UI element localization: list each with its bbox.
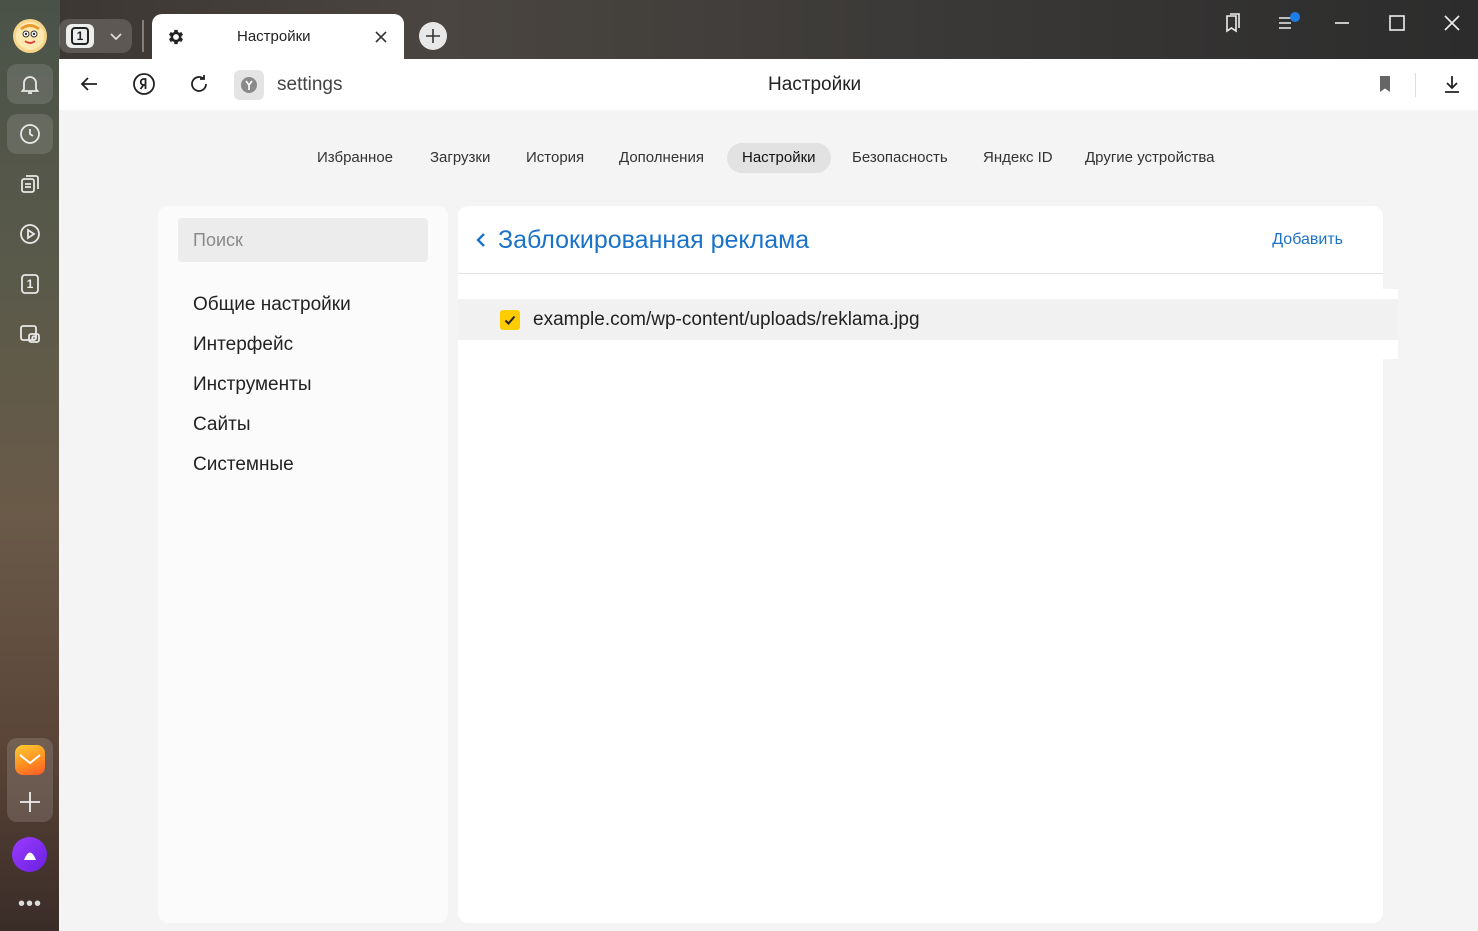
menu-item-sites[interactable]: Сайты: [193, 414, 250, 436]
nav-favorites[interactable]: Избранное: [302, 143, 408, 173]
menu-item-interface[interactable]: Интерфейс: [193, 334, 293, 356]
back-arrow-icon[interactable]: [77, 72, 101, 96]
tabs-count-icon[interactable]: 1: [7, 264, 53, 304]
download-icon[interactable]: [1440, 72, 1464, 96]
nav-yandex-id[interactable]: Яндекс ID: [968, 143, 1068, 173]
maximize-icon[interactable]: [1386, 12, 1408, 34]
plus-icon: [426, 29, 440, 43]
profile-avatar[interactable]: [13, 19, 47, 53]
tab-count-value: 1: [71, 27, 89, 45]
search-input[interactable]: [178, 218, 428, 262]
tab-settings[interactable]: Настройки: [152, 14, 404, 60]
bookmark-icon[interactable]: [1373, 72, 1397, 96]
gear-icon: [169, 29, 183, 45]
bookmarks-panel-icon[interactable]: [1221, 12, 1243, 34]
settings-nav: Избранное Загрузки История Дополнения На…: [59, 143, 1478, 173]
tab-title: Настройки: [237, 28, 311, 45]
page-title: Настройки: [768, 74, 862, 95]
video-icon[interactable]: [7, 214, 53, 254]
reload-icon[interactable]: [187, 72, 211, 96]
tab-counter-button[interactable]: 1: [59, 19, 132, 53]
tabs-count-label: 1: [26, 277, 34, 291]
add-app-icon[interactable]: [17, 789, 43, 815]
yandex-home-icon[interactable]: [132, 72, 156, 96]
alice-assistant-icon[interactable]: [12, 837, 47, 872]
browser-content: settings Настройки Избранное Загрузки Ис…: [59, 59, 1478, 931]
notification-dot: [1290, 12, 1300, 22]
card-header: Заблокированная реклама Добавить: [458, 206, 1383, 274]
tab-separator: [142, 20, 144, 52]
yandex-browser-icon: [241, 77, 257, 93]
collections-icon[interactable]: [7, 164, 53, 204]
close-icon[interactable]: [374, 30, 388, 44]
menu-item-system[interactable]: Системные: [193, 454, 294, 476]
menu-item-tools[interactable]: Инструменты: [193, 374, 311, 396]
toolbar: settings Настройки: [59, 59, 1478, 110]
window-close-icon[interactable]: [1441, 12, 1463, 34]
tab-count-badge: 1: [66, 24, 94, 48]
menu-button[interactable]: [1276, 12, 1302, 34]
nav-settings[interactable]: Настройки: [727, 143, 831, 173]
mail-app-icon[interactable]: [15, 745, 45, 775]
minimize-icon[interactable]: [1331, 12, 1353, 34]
nav-security[interactable]: Безопасность: [837, 143, 963, 173]
checkmark-icon: [504, 315, 516, 325]
nav-history[interactable]: История: [511, 143, 599, 173]
chevron-down-icon: [110, 33, 122, 41]
nav-downloads[interactable]: Загрузки: [415, 143, 505, 173]
entry-checkbox[interactable]: [500, 310, 520, 330]
chevron-left-icon[interactable]: [474, 230, 488, 250]
card-title: Заблокированная реклама: [498, 226, 810, 254]
bell-icon[interactable]: [7, 64, 53, 104]
settings-menu: Общие настройки Интерфейс Инструменты Са…: [158, 206, 448, 923]
add-button[interactable]: Добавить: [1272, 231, 1343, 249]
entry-url: example.com/wp-content/uploads/reklama.j…: [533, 309, 920, 330]
list-item[interactable]: example.com/wp-content/uploads/reklama.j…: [458, 299, 1398, 340]
history-icon[interactable]: [7, 114, 53, 154]
nav-other-devices[interactable]: Другие устройства: [1070, 143, 1229, 173]
toolbar-divider: [1415, 73, 1416, 97]
screenshot-icon[interactable]: [7, 314, 53, 354]
more-dots-icon[interactable]: •••: [17, 894, 43, 914]
new-tab-button[interactable]: [419, 22, 447, 50]
menu-item-general[interactable]: Общие настройки: [193, 294, 351, 316]
nav-extensions[interactable]: Дополнения: [604, 143, 719, 173]
avatar-face-icon: [16, 22, 44, 50]
site-badge[interactable]: [234, 70, 264, 100]
address-bar[interactable]: settings: [277, 74, 342, 96]
